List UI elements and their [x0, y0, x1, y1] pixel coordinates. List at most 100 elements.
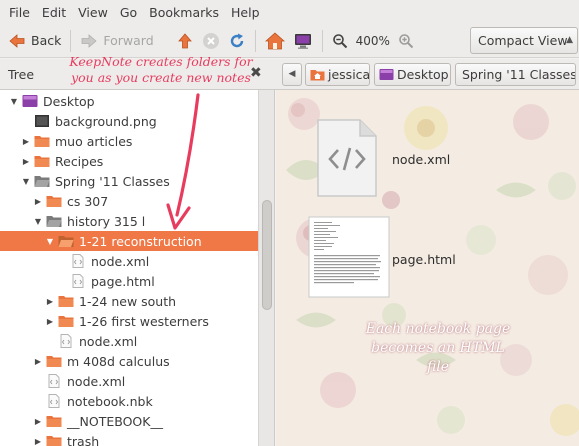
tree-item[interactable]: node.xml [0, 331, 258, 351]
menu-file[interactable]: File [3, 5, 36, 20]
annotation-folders: KeepNote creates folders for you as you … [36, 54, 286, 86]
zoom-level: 400% [355, 33, 390, 48]
toolbar-separator [321, 29, 323, 52]
back-button[interactable]: Back [4, 27, 65, 55]
forward-label: Forward [103, 33, 154, 48]
menu-edit[interactable]: Edit [36, 5, 72, 20]
tree-item-label: node.xml [79, 333, 138, 349]
scrollbar-thumb[interactable] [262, 200, 272, 310]
tree-item[interactable]: ▶ trash [0, 431, 258, 446]
xml-file-item[interactable]: node.xml [316, 118, 476, 202]
computer-button[interactable] [289, 27, 317, 55]
expanded-arrow-icon[interactable]: ▼ [44, 237, 56, 246]
tree-item-label: node.xml [67, 373, 126, 389]
folder-icon [34, 154, 50, 168]
collapsed-arrow-icon[interactable]: ▶ [44, 297, 56, 306]
breadcrumb-label: Desktop [397, 67, 449, 82]
menu-view[interactable]: View [72, 5, 114, 20]
menu-go[interactable]: Go [114, 5, 143, 20]
tree-item[interactable]: ▶ 1-26 first westerners [0, 311, 258, 331]
annotation-line: becomes an HTML file [371, 340, 505, 375]
folder-open-icon [34, 174, 50, 188]
image-file-icon [34, 114, 50, 128]
menu-help[interactable]: Help [225, 5, 266, 20]
expanded-arrow-icon[interactable]: ▼ [32, 217, 44, 226]
tree-item-label: trash [67, 433, 100, 446]
forward-arrow-icon [80, 32, 98, 50]
annotation-line: KeepNote creates folders for [69, 54, 253, 69]
tree-item[interactable]: notebook.nbk [0, 391, 258, 411]
collapsed-arrow-icon[interactable]: ▶ [32, 437, 44, 446]
annotation-line: you as you create new notes [71, 70, 251, 85]
tree-item-label: Recipes [55, 153, 104, 169]
tree-item[interactable]: page.html [0, 271, 258, 291]
tree-item[interactable]: node.xml [0, 251, 258, 271]
view-mode-select[interactable]: Compact View ▲ [470, 27, 578, 54]
expanded-arrow-icon[interactable]: ▼ [20, 177, 32, 186]
menu-bar: File Edit View Go Bookmarks Help [0, 0, 579, 24]
home-icon [264, 31, 285, 50]
file-icon [46, 394, 62, 408]
tree-item[interactable]: node.xml [0, 371, 258, 391]
tree-item-label: m 408d calculus [67, 353, 170, 369]
up-arrow-icon [176, 32, 194, 50]
tree-item[interactable]: ▶ 1-24 new south [0, 291, 258, 311]
tree-pane: ▼ Desktop background.png ▶ muo articles ▶ Reci… [0, 90, 275, 446]
expanded-arrow-icon[interactable]: ▼ [8, 97, 20, 106]
folder-open-icon [46, 214, 62, 228]
up-button[interactable] [172, 27, 198, 55]
toolbar: Back Forward 400% Compact View ▲ [0, 24, 579, 58]
zoom-in-icon [398, 33, 414, 49]
collapsed-arrow-icon[interactable]: ▶ [20, 157, 32, 166]
annotation-html: Each notebook page becomes an HTML file [358, 320, 518, 377]
computer-icon [293, 32, 313, 50]
desktop-icon [22, 94, 38, 108]
zoom-in-button[interactable] [394, 27, 418, 55]
tree-scrollbar[interactable] [258, 90, 274, 446]
file-icon [70, 274, 86, 288]
zoom-out-icon [332, 33, 348, 49]
tree-item-label: muo articles [55, 133, 133, 149]
folder-icon [46, 414, 62, 428]
stop-button[interactable] [198, 27, 224, 55]
tree-item-label: __NOTEBOOK__ [67, 413, 163, 429]
folder-open-icon [58, 234, 74, 248]
breadcrumb-label: Spring '11 Classes [462, 67, 576, 82]
collapsed-arrow-icon[interactable]: ▶ [32, 357, 44, 366]
tree-item-label: history 315 l [67, 213, 146, 229]
view-mode-value: Compact View [478, 33, 568, 48]
reload-icon [228, 32, 246, 50]
breadcrumb-desktop[interactable]: Desktop [374, 63, 451, 86]
tree-item-label: 1-24 new south [79, 293, 177, 309]
collapsed-arrow-icon[interactable]: ▶ [32, 197, 44, 206]
desktop-icon [379, 68, 394, 81]
menu-bookmarks[interactable]: Bookmarks [143, 5, 225, 20]
forward-button[interactable]: Forward [76, 27, 157, 55]
collapsed-arrow-icon[interactable]: ▶ [20, 137, 32, 146]
folder-icon [34, 134, 50, 148]
collapsed-arrow-icon[interactable]: ▶ [44, 317, 56, 326]
folder-icon [58, 294, 74, 308]
tree-item-label: Desktop [43, 93, 95, 109]
tree-item-label: node.xml [91, 253, 150, 269]
file-icon [58, 334, 74, 348]
tree-item-label: page.html [91, 273, 155, 289]
breadcrumb-spring-classes[interactable]: Spring '11 Classes [455, 63, 576, 86]
side-pane-title: Tree [8, 67, 35, 82]
html-file-item[interactable]: page.html [308, 216, 498, 300]
reload-button[interactable] [224, 27, 250, 55]
chevron-down-icon: ▲ [566, 35, 573, 45]
zoom-out-button[interactable] [328, 27, 352, 55]
collapsed-arrow-icon[interactable]: ▶ [32, 417, 44, 426]
breadcrumb-jessica[interactable]: jessica [305, 63, 370, 86]
tree-item-label: background.png [55, 113, 157, 129]
tree-item[interactable]: ▶ m 408d calculus [0, 351, 258, 371]
back-label: Back [31, 33, 62, 48]
home-button[interactable] [261, 27, 289, 55]
file-view: node.xml page.html [276, 90, 579, 446]
tree-item[interactable]: ▶ __NOTEBOOK__ [0, 411, 258, 431]
html-page-thumbnail [308, 216, 390, 298]
file-name: node.xml [392, 152, 451, 167]
folder-icon [58, 314, 74, 328]
stop-icon [202, 32, 220, 50]
